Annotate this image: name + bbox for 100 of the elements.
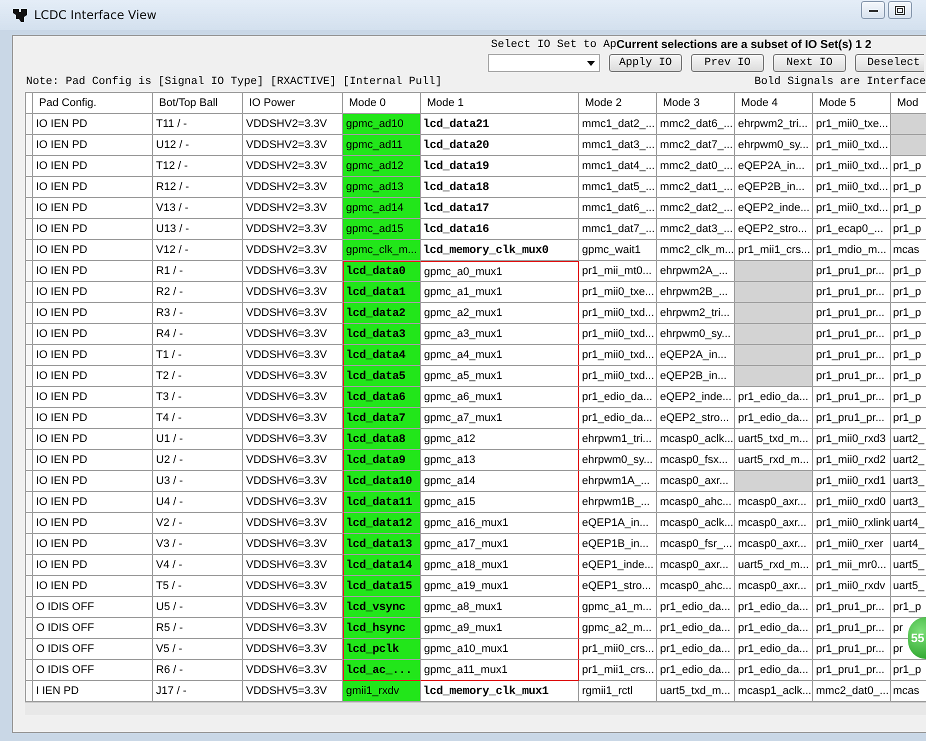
column-header[interactable]: Pad Config. xyxy=(33,93,153,114)
signal-cell[interactable]: gpmc_a6_mux1 xyxy=(421,387,579,408)
signal-cell[interactable]: gpmc_a11_mux1 xyxy=(421,660,579,681)
signal-cell[interactable]: lcd_memory_clk_mux0 xyxy=(421,240,579,261)
signal-cell[interactable]: gpmc_a0_mux1 xyxy=(421,261,579,282)
signal-cell[interactable]: mcasp0_axr... xyxy=(735,576,813,597)
signal-cell[interactable]: pr1_mii0_txd... xyxy=(579,345,657,366)
signal-cell[interactable]: mcas xyxy=(893,685,920,697)
signal-cell[interactable]: gpmc_ad13 xyxy=(343,177,421,198)
signal-cell[interactable]: eQEP2A_in... xyxy=(657,345,735,366)
signal-cell[interactable]: pr1_pru1_pr... xyxy=(813,324,891,345)
signal-cell[interactable]: pr1_mii_mt0... xyxy=(579,261,657,282)
signal-cell[interactable]: pr1_mii0_txd... xyxy=(579,303,657,324)
signal-cell[interactable]: gpmc_a15 xyxy=(421,492,579,513)
signal-cell[interactable]: gpmc_a14 xyxy=(421,471,579,492)
io-button[interactable]: Next IO xyxy=(773,54,846,72)
signal-cell[interactable]: ehrpwm1B_... xyxy=(579,492,657,513)
signal-cell[interactable]: pr1_mii0_txd... xyxy=(813,135,891,156)
signal-cell[interactable]: pr1_edio_da... xyxy=(735,408,813,429)
signal-cell[interactable]: gpmc_a8_mux1 xyxy=(421,597,579,618)
signal-cell[interactable]: uart3_ xyxy=(893,496,924,508)
signal-cell[interactable]: ehrpwm2_tri... xyxy=(735,114,813,135)
io-button[interactable]: Deselect xyxy=(855,54,924,72)
signal-cell[interactable]: pr1_p xyxy=(893,265,922,277)
signal-cell[interactable]: pr1_mii1_crs... xyxy=(735,240,813,261)
signal-cell[interactable]: pr xyxy=(893,643,903,655)
signal-cell[interactable]: lcd_data2 xyxy=(343,303,421,324)
signal-cell[interactable]: pr1_mii0_rxd0 xyxy=(813,492,891,513)
signal-cell[interactable]: uart5_txd_m... xyxy=(657,681,735,702)
signal-cell[interactable]: pr1_pru1_pr... xyxy=(813,303,891,324)
signal-cell[interactable]: gpmc_ad15 xyxy=(343,219,421,240)
signal-cell[interactable]: pr1_pru1_pr... xyxy=(813,345,891,366)
signal-cell[interactable]: lcd_data21 xyxy=(421,114,579,135)
signal-cell[interactable]: pr1_p xyxy=(893,601,922,613)
signal-cell[interactable]: gpmc_a4_mux1 xyxy=(421,345,579,366)
signal-cell[interactable]: gpmc_a17_mux1 xyxy=(421,534,579,555)
signal-cell[interactable]: eQEP2_inde... xyxy=(735,198,813,219)
signal-cell[interactable]: lcd_data18 xyxy=(421,177,579,198)
signal-cell[interactable]: gmii1_rxdv xyxy=(343,681,421,702)
column-header[interactable]: Mode 3 xyxy=(657,93,735,114)
signal-cell[interactable]: pr1_p xyxy=(893,160,922,172)
signal-cell[interactable]: mmc1_dat5_... xyxy=(579,177,657,198)
column-header[interactable]: Mode 1 xyxy=(421,93,579,114)
signal-cell[interactable]: mcasp0_axr... xyxy=(735,534,813,555)
signal-cell[interactable]: gpmc_a19_mux1 xyxy=(421,576,579,597)
signal-cell[interactable]: gpmc_ad10 xyxy=(343,114,421,135)
signal-cell[interactable]: pr1_mii0_rxlink xyxy=(813,513,891,534)
signal-cell[interactable]: pr xyxy=(893,622,903,634)
column-header[interactable]: IO Power xyxy=(243,93,343,114)
signal-cell[interactable]: mmc2_dat0_... xyxy=(813,681,891,702)
signal-cell[interactable]: mcasp1_aclk... xyxy=(735,681,813,702)
signal-cell[interactable]: lcd_data5 xyxy=(343,366,421,387)
signal-cell[interactable]: pr1_edio_da... xyxy=(735,387,813,408)
signal-cell[interactable]: pr1_edio_da... xyxy=(657,597,735,618)
signal-cell[interactable]: ehrpwm0_sy... xyxy=(735,135,813,156)
signal-cell[interactable]: pr1_edio_da... xyxy=(579,387,657,408)
signal-cell[interactable]: rgmii1_rctl xyxy=(579,681,657,702)
signal-cell[interactable]: pr1_pru1_pr... xyxy=(813,387,891,408)
signal-cell[interactable]: pr1_pru1_pr... xyxy=(813,597,891,618)
signal-cell[interactable]: pr1_mii0_rxer xyxy=(813,534,891,555)
signal-cell[interactable]: lcd_data9 xyxy=(343,450,421,471)
signal-cell[interactable]: pr1_pru1_pr... xyxy=(813,660,891,681)
signal-cell[interactable]: gpmc_a10_mux1 xyxy=(421,639,579,660)
signal-cell[interactable]: mcasp0_fsr_... xyxy=(657,534,735,555)
signal-cell[interactable]: pr1_mii_mr0... xyxy=(813,555,891,576)
signal-cell[interactable]: pr1_mii0_txe... xyxy=(579,282,657,303)
signal-cell[interactable]: uart5_txd_m... xyxy=(735,429,813,450)
signal-cell[interactable]: lcd_data17 xyxy=(421,198,579,219)
signal-cell[interactable]: eQEP2_stro... xyxy=(657,408,735,429)
signal-cell[interactable]: gpmc_a3_mux1 xyxy=(421,324,579,345)
signal-cell[interactable]: mcasp0_axr... xyxy=(657,555,735,576)
signal-cell[interactable]: pr1_mii0_rxd2 xyxy=(813,450,891,471)
signal-cell[interactable]: lcd_memory_clk_mux1 xyxy=(421,681,579,702)
signal-cell[interactable]: uart5_rxd_m... xyxy=(735,555,813,576)
signal-cell[interactable]: pr1_mdio_m... xyxy=(813,240,891,261)
io-button[interactable]: Apply IO xyxy=(609,54,682,72)
signal-cell[interactable]: pr1_p xyxy=(893,202,922,214)
column-header[interactable]: Bot/Top Ball xyxy=(153,93,243,114)
signal-cell[interactable]: lcd_data12 xyxy=(343,513,421,534)
signal-cell[interactable]: uart5_ xyxy=(893,580,924,592)
signal-cell[interactable]: mmc2_dat2_... xyxy=(657,198,735,219)
signal-cell[interactable]: eQEP2B_in... xyxy=(657,366,735,387)
signal-cell[interactable]: ehrpwm1A_... xyxy=(579,471,657,492)
signal-cell[interactable]: pr1_edio_da... xyxy=(579,408,657,429)
minimize-button[interactable] xyxy=(861,1,885,19)
signal-cell[interactable]: lcd_pclk xyxy=(343,639,421,660)
signal-cell[interactable]: lcd_data0 xyxy=(343,261,421,282)
signal-cell[interactable]: pr1_edio_da... xyxy=(657,639,735,660)
signal-cell[interactable]: mmc2_dat6_... xyxy=(657,114,735,135)
signal-cell[interactable]: lcd_data19 xyxy=(421,156,579,177)
signal-cell[interactable]: pr1_mii0_txd... xyxy=(579,366,657,387)
signal-cell[interactable]: lcd_vsync xyxy=(343,597,421,618)
signal-cell[interactable]: pr1_pru1_pr... xyxy=(813,282,891,303)
signal-cell[interactable]: pr1_p xyxy=(893,286,922,298)
signal-cell[interactable]: pr1_p xyxy=(893,349,922,361)
signal-cell[interactable]: pr1_edio_da... xyxy=(735,639,813,660)
signal-cell[interactable]: uart5_rxd_m... xyxy=(735,450,813,471)
signal-cell[interactable]: gpmc_ad11 xyxy=(343,135,421,156)
signal-cell[interactable]: pr1_p xyxy=(893,391,922,403)
signal-cell[interactable]: ehrpwm2A_... xyxy=(657,261,735,282)
